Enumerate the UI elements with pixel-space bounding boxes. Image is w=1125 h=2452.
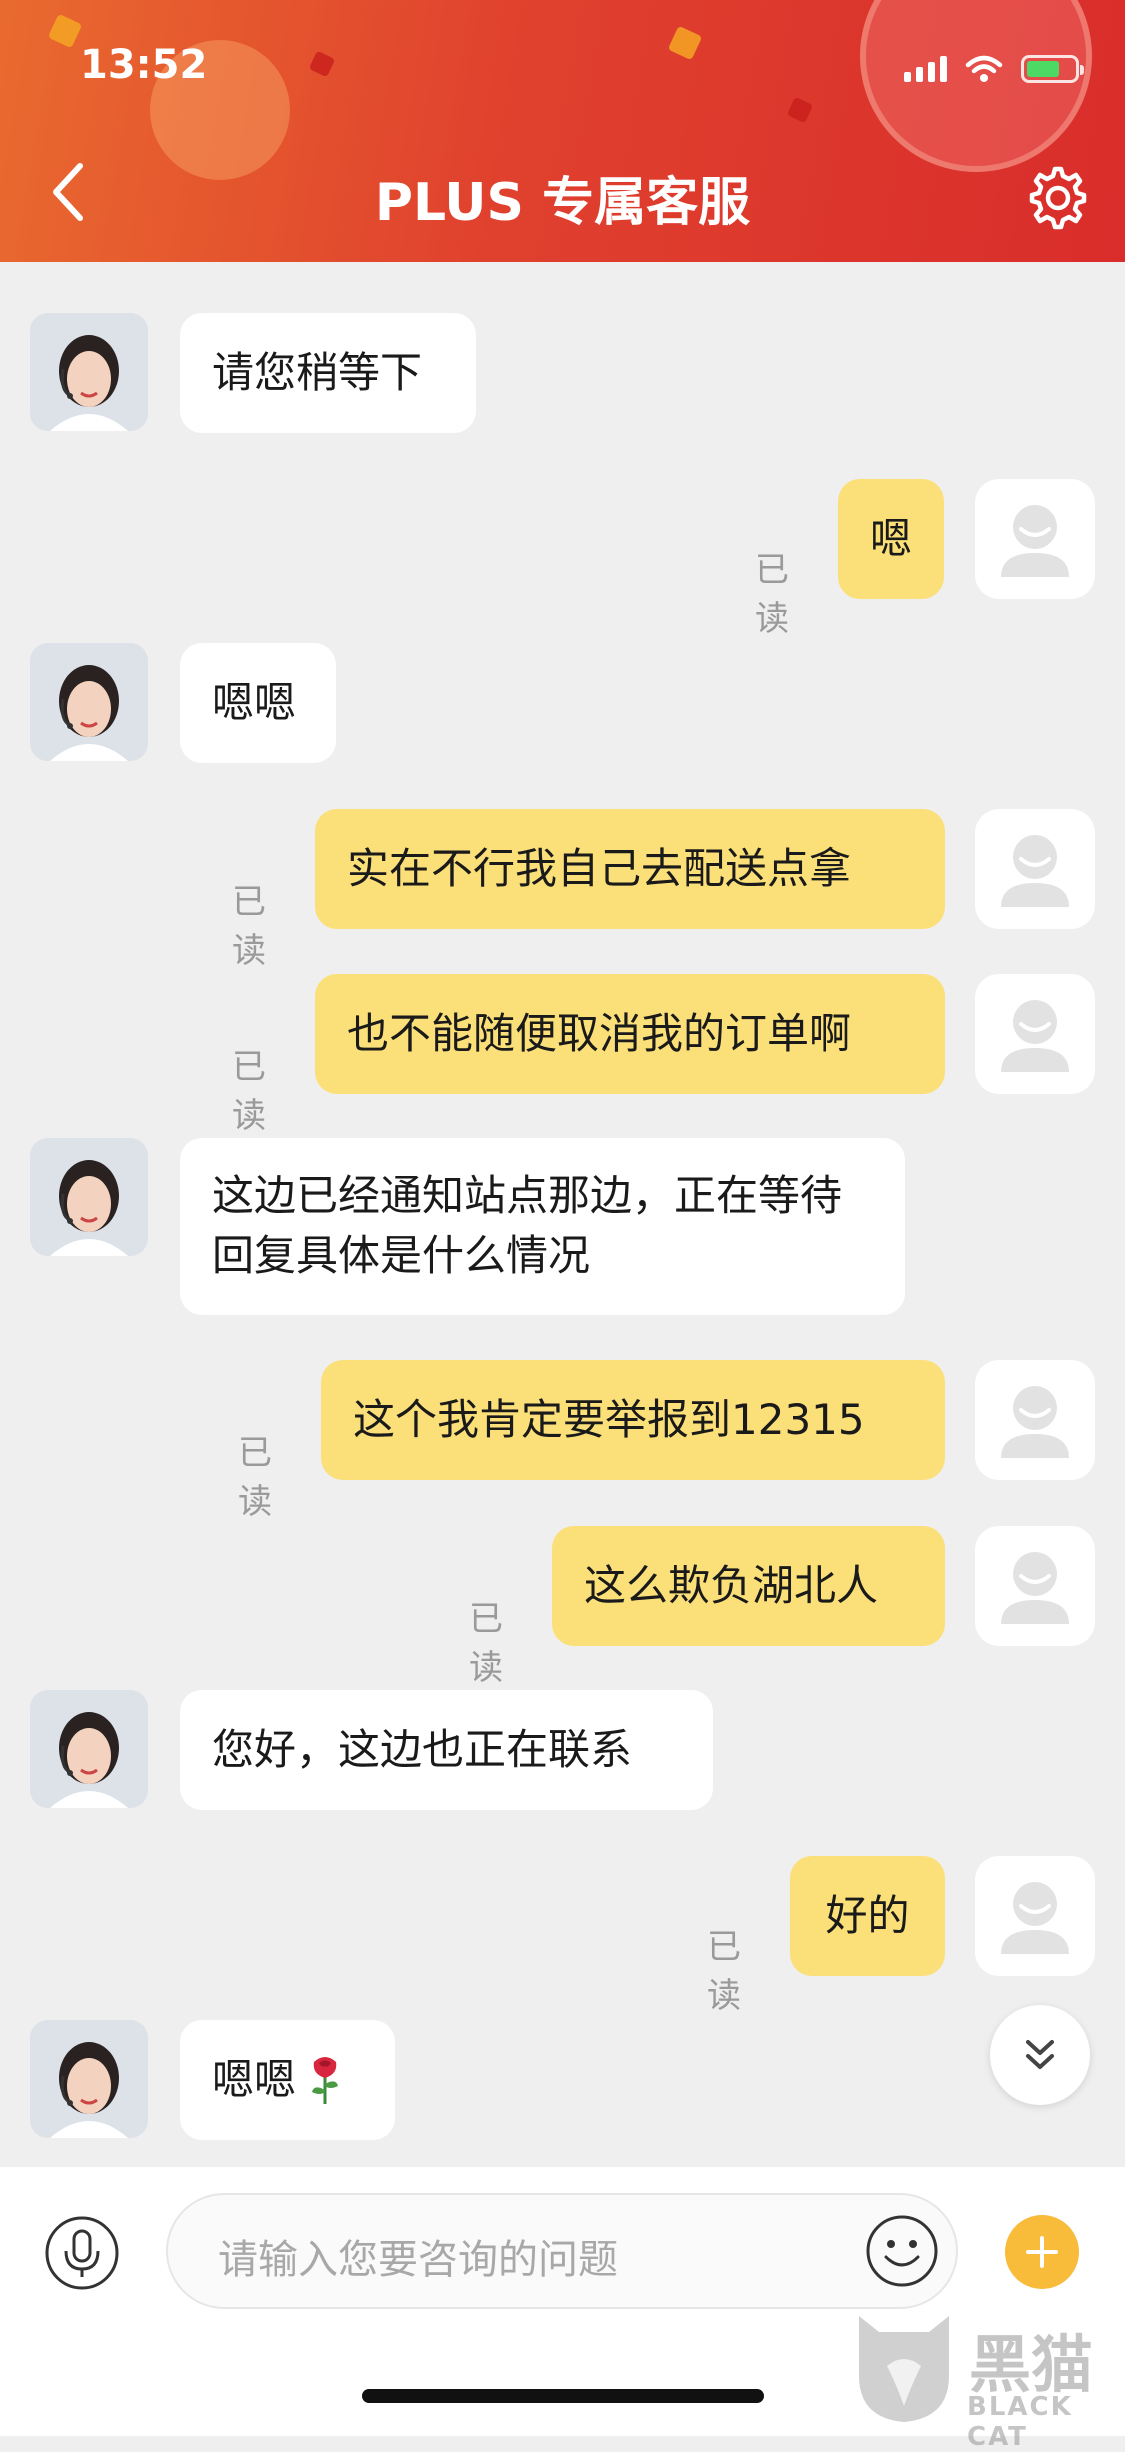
chat-header: 13:52 PLUS 专属客服 [0, 0, 1125, 262]
scroll-to-bottom-button[interactable] [990, 2005, 1090, 2105]
voice-input-button[interactable] [44, 2215, 120, 2291]
read-status: 已读 [238, 1433, 272, 1522]
status-icons [904, 50, 1084, 88]
message-bubble: 这么欺负湖北人 [552, 1526, 945, 1646]
confetti-decoration [308, 50, 336, 78]
confetti-decoration [786, 96, 814, 124]
chat-message-list[interactable]: 请您稍等下 已读 嗯 嗯嗯 已读 实在不行我自己去配送点拿 已读 也不能随便取消… [0, 262, 1125, 2167]
message-bubble: 嗯嗯 [180, 2020, 395, 2140]
confetti-decoration [47, 13, 83, 49]
user-avatar[interactable] [975, 1856, 1095, 1976]
default-user-avatar-icon [1001, 505, 1069, 577]
more-actions-button[interactable] [1005, 2215, 1079, 2289]
home-indicator [362, 2389, 764, 2403]
agent-avatar[interactable] [30, 1690, 148, 1808]
read-status: 已读 [755, 550, 789, 639]
wifi-icon [965, 55, 1003, 82]
message-bubble: 好的 [790, 1856, 945, 1976]
message-text: 这么欺负湖北人 [584, 1561, 879, 1610]
default-user-avatar-icon [1001, 835, 1069, 907]
read-status: 已读 [232, 1047, 266, 1136]
message-text: 这个我肯定要举报到12315 [353, 1395, 865, 1444]
message-text: 嗯嗯 [212, 2055, 297, 2104]
message-input[interactable]: 请输入您要咨询的问题 [166, 2193, 958, 2309]
battery-icon [1021, 55, 1084, 83]
confetti-decoration [667, 25, 703, 61]
user-avatar[interactable] [975, 479, 1095, 599]
message-text: 实在不行我自己去配送点拿 [347, 844, 852, 893]
user-avatar[interactable] [975, 974, 1095, 1094]
agent-avatar[interactable] [30, 1138, 148, 1256]
chevron-double-down-icon [1026, 2040, 1054, 2069]
message-bubble: 嗯嗯 [180, 643, 336, 763]
read-status: 已读 [707, 1927, 741, 2016]
status-time: 13:52 [80, 42, 208, 88]
message-text: 这边已经通知站点那边，正在等待回复具体是什么情况 [212, 1171, 843, 1280]
user-avatar[interactable] [975, 1526, 1095, 1646]
user-avatar[interactable] [975, 1360, 1095, 1480]
rose-icon [312, 2057, 339, 2104]
input-placeholder: 请输入您要咨询的问题 [218, 2237, 618, 2283]
black-cat-logo-icon [859, 2316, 949, 2422]
agent-avatar[interactable] [30, 643, 148, 761]
agent-avatar[interactable] [30, 313, 148, 431]
user-avatar[interactable] [975, 809, 1095, 929]
read-status: 已读 [469, 1599, 503, 1688]
watermark: 黑猫 BLACK CAT [849, 2306, 1119, 2452]
settings-button[interactable] [1025, 165, 1091, 231]
message-bubble: 这个我肯定要举报到12315 [321, 1360, 945, 1480]
default-user-avatar-icon [1001, 1882, 1069, 1954]
default-user-avatar-icon [1001, 1552, 1069, 1624]
message-bubble: 您好，这边也正在联系 [180, 1690, 713, 1810]
message-text: 嗯嗯 [212, 678, 297, 727]
message-text: 好的 [825, 1891, 910, 1940]
emoji-icon [866, 2215, 938, 2287]
message-bubble: 嗯 [838, 479, 944, 599]
message-text: 您好，这边也正在联系 [212, 1725, 633, 1774]
message-bubble: 请您稍等下 [180, 313, 476, 433]
signal-icon [904, 56, 947, 82]
message-text: 请您稍等下 [212, 348, 423, 397]
message-bubble: 实在不行我自己去配送点拿 [315, 809, 945, 929]
message-bubble: 也不能随便取消我的订单啊 [315, 974, 945, 1094]
page-title: PLUS 专属客服 [374, 173, 751, 233]
message-text: 嗯 [869, 514, 912, 563]
emoji-button[interactable] [862, 2211, 942, 2291]
watermark-subtext: BLACK CAT [967, 2392, 1073, 2452]
agent-avatar[interactable] [30, 2020, 148, 2138]
read-status: 已读 [232, 882, 266, 971]
gear-icon [1029, 166, 1087, 230]
default-user-avatar-icon [1001, 1000, 1069, 1072]
message-text: 也不能随便取消我的订单啊 [347, 1009, 852, 1058]
watermark-text: 黑猫 [969, 2328, 1094, 2401]
microphone-icon [45, 2216, 119, 2290]
message-bubble: 这边已经通知站点那边，正在等待回复具体是什么情况 [180, 1138, 905, 1315]
default-user-avatar-icon [1001, 1386, 1069, 1458]
input-bar: 请输入您要咨询的问题 黑猫 BLACK CAT [0, 2167, 1125, 2452]
plus-icon [1026, 2236, 1058, 2268]
